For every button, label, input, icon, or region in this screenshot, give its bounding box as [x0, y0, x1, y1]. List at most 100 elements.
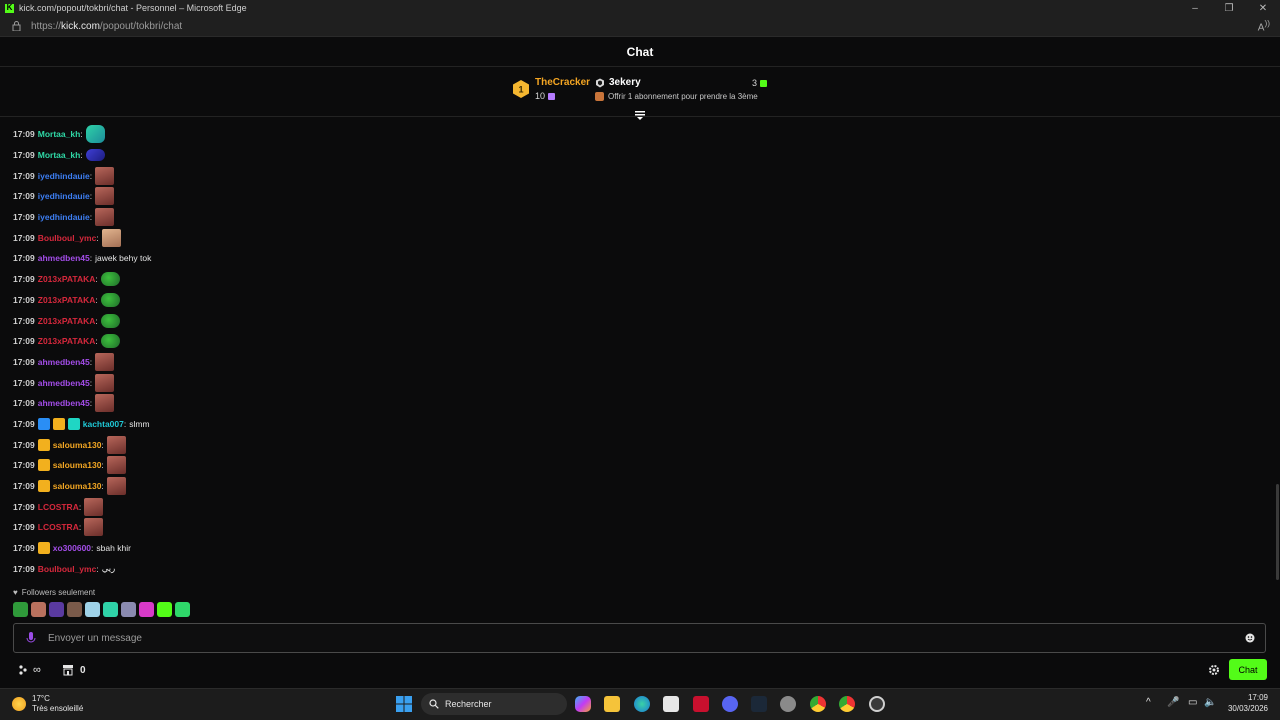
chrome-icon[interactable]	[839, 696, 855, 712]
message-username[interactable]: ahmedben45	[38, 398, 90, 408]
emote-icon[interactable]	[84, 497, 104, 516]
message-input[interactable]	[48, 632, 1245, 644]
emote-icon[interactable]	[85, 125, 105, 144]
message-username[interactable]: LCOSTRA	[38, 502, 79, 512]
gold-badge-icon[interactable]	[37, 459, 50, 472]
emote-icon[interactable]	[106, 456, 126, 475]
send-chat-button[interactable]: Chat	[1229, 659, 1267, 680]
weather-widget[interactable]: 17°C Très ensoleillé	[12, 694, 83, 714]
message-username[interactable]: salouma130	[53, 481, 102, 491]
quick-emote[interactable]	[67, 602, 82, 617]
volume-icon[interactable]: 🔈	[1204, 697, 1216, 708]
emote-icon[interactable]	[95, 373, 115, 392]
blue-badge-icon[interactable]	[37, 417, 50, 430]
message-username[interactable]: Z013xPATAKA	[38, 274, 96, 284]
read-aloud-icon[interactable]: A))	[1258, 18, 1270, 33]
emote-icon[interactable]	[106, 435, 126, 454]
message-username[interactable]: iyedhindauie	[38, 171, 90, 181]
emote-icon[interactable]	[101, 228, 121, 247]
quick-emote[interactable]	[103, 602, 118, 617]
quick-emote-bar[interactable]	[13, 602, 190, 617]
minimize-button[interactable]: –	[1178, 3, 1212, 14]
address-bar[interactable]: https://kick.com/popout/tokbri/chat A))	[0, 16, 1280, 37]
gold-badge-icon[interactable]	[37, 438, 50, 451]
emote-icon[interactable]	[95, 394, 115, 413]
store-button[interactable]: 0	[62, 664, 86, 676]
message-username[interactable]: LCOSTRA	[38, 522, 79, 532]
edge-icon[interactable]	[634, 696, 650, 712]
quick-emote[interactable]	[157, 602, 172, 617]
windows-start-icon[interactable]	[396, 696, 412, 712]
settings-app-icon[interactable]	[780, 696, 796, 712]
message-username[interactable]: salouma130	[53, 460, 102, 470]
network-icon[interactable]: ▭	[1188, 697, 1197, 708]
message-username[interactable]: salouma130	[53, 440, 102, 450]
chat-message: 17:09 iyedhindauie:	[13, 207, 1263, 228]
rank-2-username[interactable]: 3ekery	[609, 77, 641, 88]
microsoft-store-icon[interactable]	[663, 696, 679, 712]
quick-emote[interactable]	[49, 602, 64, 617]
message-username[interactable]: Boulboul_ymc	[38, 233, 97, 243]
emote-icon[interactable]	[85, 149, 105, 162]
emoji-icon[interactable]	[1245, 633, 1255, 643]
microphone-icon[interactable]: 🎤	[1167, 697, 1179, 708]
discord-icon[interactable]	[722, 696, 738, 712]
message-input-container[interactable]	[13, 623, 1266, 653]
message-username[interactable]: xo300600	[53, 543, 91, 553]
quick-emote[interactable]	[31, 602, 46, 617]
gear-icon[interactable]	[1208, 664, 1220, 676]
message-username[interactable]: Z013xPATAKA	[38, 316, 96, 326]
message-username[interactable]: ahmedben45	[38, 253, 90, 263]
emote-icon[interactable]	[84, 518, 104, 537]
gift-sub-offer[interactable]: Offrir 1 abonnement pour prendre la 3ème	[595, 92, 758, 101]
close-button[interactable]: ✕	[1246, 3, 1280, 14]
copilot-icon[interactable]	[575, 696, 591, 712]
message-username[interactable]: ahmedben45	[38, 357, 90, 367]
steam-icon[interactable]	[751, 696, 767, 712]
taskbar-search[interactable]: Rechercher	[421, 693, 567, 715]
chat-scrollbar-thumb[interactable]	[1276, 484, 1279, 580]
message-username[interactable]: kachta007	[83, 419, 124, 429]
emote-icon[interactable]	[100, 272, 120, 287]
message-username[interactable]: Z013xPATAKA	[38, 295, 96, 305]
maximize-button[interactable]: ❐	[1212, 3, 1246, 14]
file-explorer-icon[interactable]	[604, 696, 620, 712]
message-username[interactable]: Boulboul_ymc	[38, 564, 97, 574]
teal-badge-icon[interactable]	[67, 417, 80, 430]
message-username[interactable]: ahmedben45	[38, 378, 90, 388]
message-username[interactable]: iyedhindauie	[38, 212, 90, 222]
emote-icon[interactable]	[100, 313, 120, 328]
message-username[interactable]: Mortaa_kh	[38, 129, 81, 139]
adobe-app-icon[interactable]	[693, 696, 709, 712]
quick-emote[interactable]	[13, 602, 28, 617]
rank-1-username[interactable]: TheCracker	[535, 77, 590, 88]
emote-icon[interactable]	[100, 292, 120, 307]
emote-icon[interactable]	[95, 187, 115, 206]
emote-icon[interactable]	[95, 166, 115, 185]
message-username[interactable]: Z013xPATAKA	[38, 336, 96, 346]
scroll-to-bottom-icon[interactable]	[634, 110, 646, 120]
message-timestamp: 17:09	[13, 563, 35, 574]
message-username[interactable]: Mortaa_kh	[38, 150, 81, 160]
quick-emote[interactable]	[175, 602, 190, 617]
chrome-icon[interactable]	[810, 696, 826, 712]
emote-icon[interactable]	[95, 208, 115, 227]
microphone-icon[interactable]	[26, 632, 36, 644]
url-text[interactable]: https://kick.com/popout/tokbri/chat	[31, 21, 182, 32]
emote-icon[interactable]	[106, 477, 126, 496]
quick-emote[interactable]	[85, 602, 100, 617]
message-username[interactable]: iyedhindauie	[38, 191, 90, 201]
emote-icon[interactable]	[100, 334, 120, 349]
gold-badge-icon[interactable]	[37, 480, 50, 493]
tray-overflow-icon[interactable]: ^	[1146, 697, 1151, 708]
gold-badge-icon[interactable]	[37, 542, 50, 555]
emote-icon[interactable]	[95, 352, 115, 371]
gold-badge-icon[interactable]	[52, 417, 65, 430]
quick-emote[interactable]	[139, 602, 154, 617]
quick-emote[interactable]	[121, 602, 136, 617]
chat-message-list[interactable]: 17:09 Mortaa_kh:17:09 Mortaa_kh:17:09 iyedh…	[13, 124, 1263, 579]
channel-points[interactable]: ∞	[18, 664, 41, 676]
chrome-icon[interactable]	[869, 696, 885, 712]
taskbar-clock[interactable]: 17:09 30/03/2026	[1224, 692, 1268, 714]
chat-message: 17:09 ahmedben45:	[13, 393, 1263, 414]
